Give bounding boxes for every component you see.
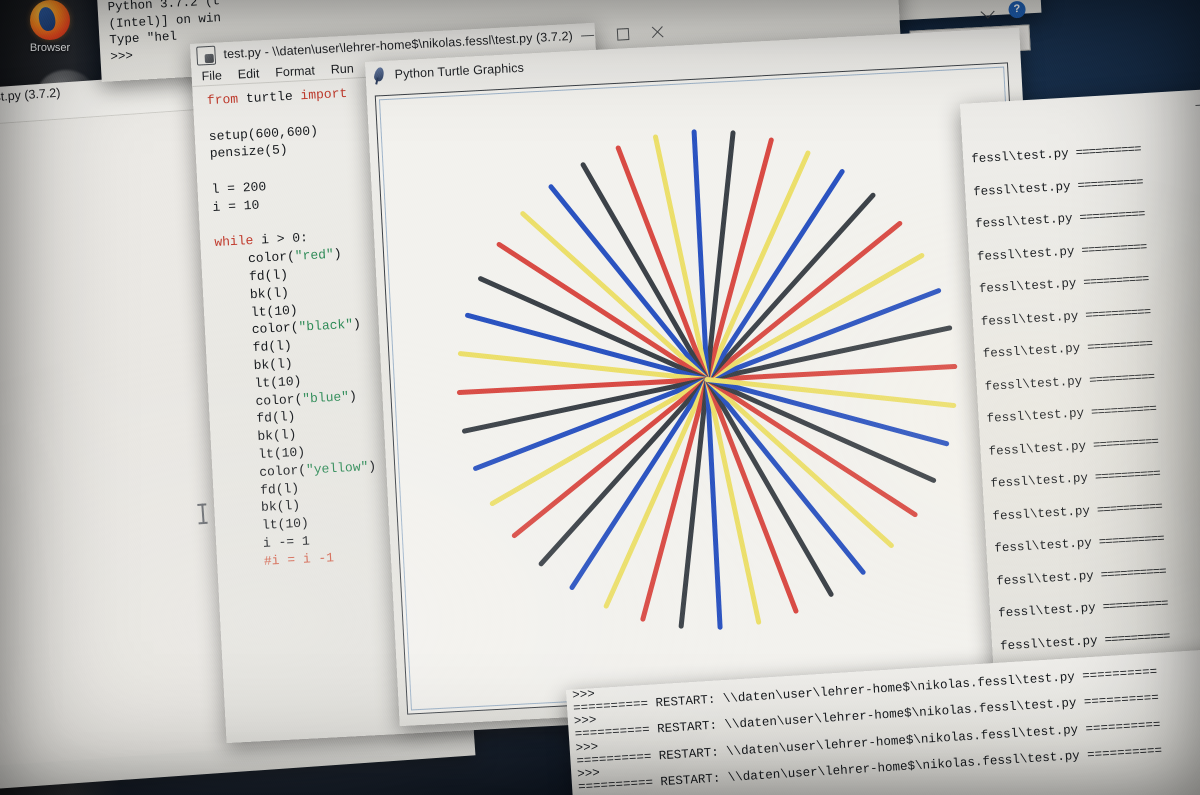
code-token: #i = i -1 <box>263 549 335 569</box>
minimize-icon[interactable] <box>580 28 594 42</box>
code-token: l = 200 <box>211 179 267 198</box>
code-token: ) <box>352 316 362 333</box>
output-text-area[interactable]: fessl\test.py ========== fessl\test.py ====… <box>962 124 1200 683</box>
code-token: bk(l) <box>260 498 301 516</box>
chevron-down-icon-ribbon[interactable] <box>980 4 995 19</box>
output-row-path: fessl\test.py <box>980 308 1079 329</box>
output-row-separator: ========== <box>1102 596 1168 615</box>
code-token: while <box>214 233 254 251</box>
code-token: import <box>300 85 348 104</box>
code-token: bk(l) <box>256 427 297 445</box>
code-token: ) <box>333 246 342 262</box>
output-row-path: fessl\test.py <box>970 146 1070 167</box>
output-row-path: fessl\test.py <box>988 438 1087 459</box>
output-row-path: fessl\test.py <box>984 373 1083 394</box>
output-row-separator: ========== <box>1082 272 1149 290</box>
code-token: "red" <box>294 246 335 264</box>
output-row-separator: ========== <box>1100 564 1167 582</box>
desktop-icon-label: Browser <box>29 42 71 54</box>
minimize-icon[interactable] <box>1195 98 1200 112</box>
output-row-separator: ========== <box>1096 499 1163 518</box>
menu-item-edit[interactable]: Edit <box>237 66 259 81</box>
output-row-path: fessl\test.py <box>972 179 1072 199</box>
output-window-controls[interactable] <box>1195 93 1200 111</box>
output-row-separator: ========== <box>1090 401 1157 420</box>
code-token: turtle <box>237 88 301 107</box>
python-file-icon <box>196 45 217 66</box>
output-row-separator: ========== <box>1094 466 1161 485</box>
code-token: color( <box>247 248 296 267</box>
code-token: i -= 1 <box>262 533 311 551</box>
maximize-icon[interactable] <box>615 27 629 41</box>
code-token: bk(l) <box>253 356 294 374</box>
code-token: "yellow" <box>305 458 369 478</box>
output-row-path: fessl\test.py <box>999 633 1098 654</box>
code-token: ) <box>348 388 358 404</box>
code-token: ) <box>367 458 377 474</box>
turtle-graphics-window[interactable]: Python Turtle Graphics <box>365 27 1054 727</box>
code-token: color( <box>258 462 307 480</box>
menu-item-file[interactable]: File <box>201 68 222 83</box>
output-row-path: fessl\test.py <box>974 211 1073 232</box>
code-token: from <box>206 91 239 109</box>
code-token: i = 10 <box>212 197 260 215</box>
output-row-path: fessl\test.py <box>986 406 1085 426</box>
menu-item-run[interactable]: Run <box>330 61 354 76</box>
turtle-canvas[interactable] <box>374 62 1041 715</box>
output-row-path: fessl\test.py <box>994 535 1093 556</box>
output-row-separator: ========== <box>1086 337 1153 355</box>
output-row-path: fessl\test.py <box>990 471 1089 491</box>
code-token: lt(10) <box>257 444 306 462</box>
text-cursor-icon <box>197 503 207 524</box>
code-token: fd(l) <box>252 338 293 356</box>
code-token: color( <box>251 320 299 338</box>
code-token: pensize(5) <box>209 142 289 162</box>
code-token: "blue" <box>301 388 350 407</box>
code-token: fd(l) <box>256 409 296 427</box>
output-row-separator: ========== <box>1098 531 1165 550</box>
feather-icon <box>371 66 387 84</box>
turtle-title: Python Turtle Graphics <box>394 60 525 82</box>
code-token: bk(l) <box>249 284 290 302</box>
starburst-drawing <box>456 129 958 630</box>
output-row-separator: ========== <box>1092 434 1159 453</box>
code-token: lt(10) <box>254 373 302 391</box>
output-window[interactable]: fessl\test.py ========== fessl\test.py ====… <box>960 84 1200 683</box>
output-row-separator: ========== <box>1081 239 1147 258</box>
output-row-path: fessl\test.py <box>976 243 1075 264</box>
output-row-path: fessl\test.py <box>982 341 1081 362</box>
output-row-separator: ========== <box>1077 174 1143 193</box>
code-token: lt(10) <box>250 302 299 320</box>
code-token: fd(l) <box>259 480 300 498</box>
close-icon[interactable] <box>650 25 664 39</box>
code-token: "black" <box>298 317 354 336</box>
code-token: fd(l) <box>248 267 289 285</box>
output-row-separator: ========== <box>1079 207 1145 226</box>
output-row-separator: ========== <box>1088 369 1155 388</box>
output-row-path: fessl\test.py <box>997 600 1097 621</box>
desktop-icon-browser[interactable]: Browser <box>24 0 98 134</box>
menu-item-format[interactable]: Format <box>275 64 315 80</box>
output-row-separator: ========== <box>1075 142 1141 161</box>
screen-photo: Browser Dokumente \\daten\user\lehrer-ho… <box>0 0 1200 795</box>
output-row-path: fessl\test.py <box>978 276 1077 297</box>
code-token: lt(10) <box>261 515 310 534</box>
output-row-separator: ========== <box>1104 629 1170 647</box>
output-row-path: fessl\test.py <box>995 568 1095 589</box>
code-token: color( <box>255 391 303 409</box>
code-token: i > 0: <box>253 230 309 249</box>
output-row-path: fessl\test.py <box>992 503 1091 524</box>
output-row-separator: ========== <box>1084 304 1151 323</box>
help-icon[interactable]: ? <box>1008 0 1026 19</box>
